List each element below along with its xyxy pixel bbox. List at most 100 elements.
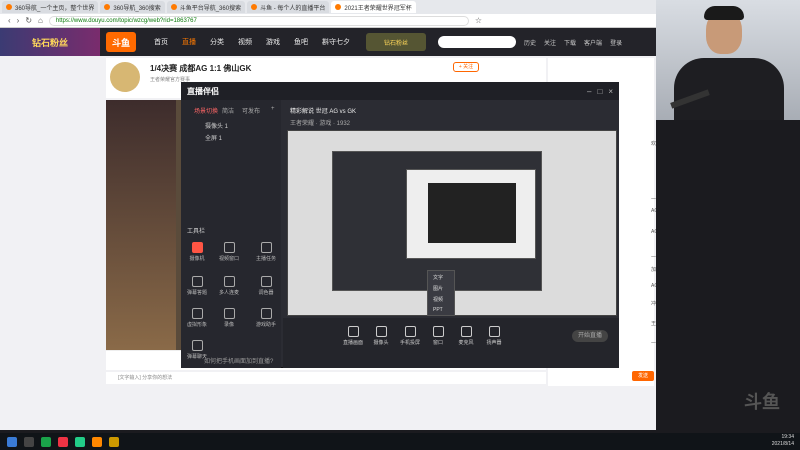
- folder-icon[interactable]: [109, 436, 119, 447]
- game-icon: [260, 308, 272, 319]
- system-clock: 19:34 2021/8/14: [771, 434, 794, 447]
- scene-item[interactable]: 全屏 1: [205, 133, 222, 142]
- window-icon: [223, 242, 235, 253]
- favicon-icon: [6, 4, 12, 10]
- chat-icon: [191, 340, 203, 351]
- app-name: 直播伴侣: [187, 86, 219, 96]
- ctrl-window[interactable]: 窗口: [425, 326, 451, 346]
- record-icon: [223, 308, 235, 319]
- nav-item-video[interactable]: 视频: [238, 37, 252, 47]
- tool-video-window[interactable]: 视频窗口: [217, 242, 241, 262]
- webcam-person: [674, 58, 784, 120]
- screen-icon: [347, 326, 359, 337]
- refresh-icon[interactable]: ↻: [25, 16, 32, 25]
- url-input[interactable]: https://www.douyu.com/topic/wzcg/web?rid…: [48, 15, 469, 26]
- browser-tab-bar: 360导航_一个主页，整个世界 360导航_360搜索 斗鱼平台导航_360搜索…: [0, 0, 656, 14]
- star-icon[interactable]: ☆: [475, 16, 482, 25]
- client-icon[interactable]: 客户端: [584, 38, 602, 47]
- forward-icon[interactable]: ›: [17, 16, 20, 25]
- avatar-icon: [191, 308, 203, 319]
- watermark-logo: 斗鱼: [744, 392, 780, 412]
- tab-simple[interactable]: 简洁: [222, 106, 234, 115]
- browser-tab[interactable]: 斗鱼平台导航_360搜索: [166, 1, 246, 13]
- browser-tab-active[interactable]: 2021王者荣耀世界冠军杯: [331, 1, 416, 13]
- tool-multi-link[interactable]: 多人连麦: [217, 276, 241, 296]
- tool-anchor-task[interactable]: 主播任务: [254, 242, 278, 262]
- download-icon[interactable]: 下载: [564, 38, 576, 47]
- bottom-input[interactable]: [文字输入] 分享你的想法: [106, 372, 546, 384]
- history-icon[interactable]: 历史: [524, 38, 536, 47]
- favicon-icon: [251, 4, 258, 10]
- app-icon[interactable]: [58, 436, 68, 447]
- tab-scene-switch[interactable]: 场景切换: [194, 106, 218, 115]
- toolbar-heading: 工具栏: [187, 229, 206, 235]
- nav-item-yuba[interactable]: 鱼吧: [294, 37, 308, 47]
- address-bar-row: ‹ › ↻ ⌂ https://www.douyu.com/topic/wzcg…: [0, 14, 656, 28]
- search-input[interactable]: [438, 36, 516, 48]
- nav-item-category[interactable]: 分类: [210, 37, 224, 47]
- people-icon: [223, 276, 235, 287]
- right-blank-area: [656, 120, 800, 430]
- ctrl-live-screen[interactable]: 直播画面: [340, 326, 366, 346]
- camera-icon: [375, 326, 387, 337]
- nested-preview-frame: [428, 183, 516, 243]
- stream-meta: 王者荣耀 · 游戏 · 1932: [290, 121, 351, 127]
- ctrl-mic[interactable]: 麦克风: [453, 326, 479, 346]
- favicon-icon: [170, 4, 177, 10]
- main-nav: 首页 直播 分类 视频 游戏 鱼吧 斟守七夕: [154, 37, 350, 47]
- taskbar: [0, 433, 800, 450]
- nav-item-home[interactable]: 首页: [154, 37, 168, 47]
- help-question[interactable]: 如何把手机画面加到直播?: [204, 356, 273, 365]
- maximize-icon[interactable]: □: [597, 87, 602, 96]
- douyu-icon[interactable]: [92, 436, 102, 447]
- send-button[interactable]: 发送: [632, 371, 654, 381]
- nav-item-live[interactable]: 直播: [182, 37, 196, 47]
- ctrl-phone-cast[interactable]: 手机投屏: [397, 326, 423, 346]
- control-bar: [283, 318, 619, 368]
- tool-game-helper[interactable]: 游戏助手: [254, 308, 278, 328]
- promo-banner[interactable]: 钻石粉丝: [0, 28, 100, 56]
- browser-tab[interactable]: 360导航_一个主页，整个世界: [2, 1, 99, 13]
- quiz-icon: [191, 276, 203, 287]
- nav-item-game[interactable]: 游戏: [266, 37, 280, 47]
- favicon-icon: [104, 4, 111, 10]
- palette-icon: [260, 276, 272, 287]
- window-icon: [432, 326, 444, 337]
- tool-quiz[interactable]: 弹幕答题: [185, 276, 209, 296]
- add-scene-button[interactable]: +: [271, 106, 275, 112]
- start-icon[interactable]: [7, 436, 17, 447]
- stream-title: 精彩解说 世冠 AG vs GK: [290, 109, 357, 115]
- back-icon[interactable]: ‹: [8, 16, 11, 25]
- tool-camera[interactable]: 摄像机: [185, 242, 209, 262]
- anchor-avatar[interactable]: [110, 62, 140, 92]
- promo-badge[interactable]: 钻石粉丝: [366, 33, 426, 51]
- room-title: 1/4决赛 成都AG 1:1 佛山GK: [150, 64, 252, 73]
- scene-item[interactable]: 摄像头 1: [205, 121, 228, 130]
- follow-icon[interactable]: 关注: [544, 38, 556, 47]
- ctrl-speaker[interactable]: 扬声器: [481, 326, 507, 346]
- tool-color[interactable]: 调色器: [254, 276, 278, 296]
- speaker-icon: [488, 326, 500, 337]
- wechat-icon[interactable]: [75, 436, 85, 447]
- tool-avatar[interactable]: 虚拟形象: [185, 308, 209, 328]
- menu-item-image[interactable]: 图片: [433, 285, 443, 292]
- login-icon[interactable]: 登录: [610, 38, 622, 47]
- menu-item-text[interactable]: 文字: [433, 274, 443, 281]
- taskview-icon[interactable]: [24, 436, 34, 447]
- nav-item-event[interactable]: 斟守七夕: [322, 37, 350, 47]
- menu-item-ppt[interactable]: PPT: [433, 307, 443, 313]
- follow-button[interactable]: + 关注: [453, 62, 479, 72]
- ctrl-camera[interactable]: 摄像头: [368, 326, 394, 346]
- menu-item-video[interactable]: 视频: [433, 296, 443, 303]
- tab-publish[interactable]: 可发布: [242, 106, 260, 115]
- video-side-art: [106, 100, 176, 350]
- close-icon[interactable]: ×: [608, 87, 613, 96]
- browser-icon[interactable]: [41, 436, 51, 447]
- site-logo[interactable]: 斗鱼: [106, 32, 136, 52]
- browser-tab[interactable]: 360导航_360搜索: [100, 1, 165, 13]
- minimize-icon[interactable]: –: [587, 87, 591, 96]
- start-live-button[interactable]: 开始直播: [572, 330, 608, 342]
- tool-record[interactable]: 录像: [217, 308, 241, 328]
- home-icon[interactable]: ⌂: [38, 16, 43, 25]
- browser-tab[interactable]: 斗鱼 - 每个人的直播平台: [247, 1, 330, 13]
